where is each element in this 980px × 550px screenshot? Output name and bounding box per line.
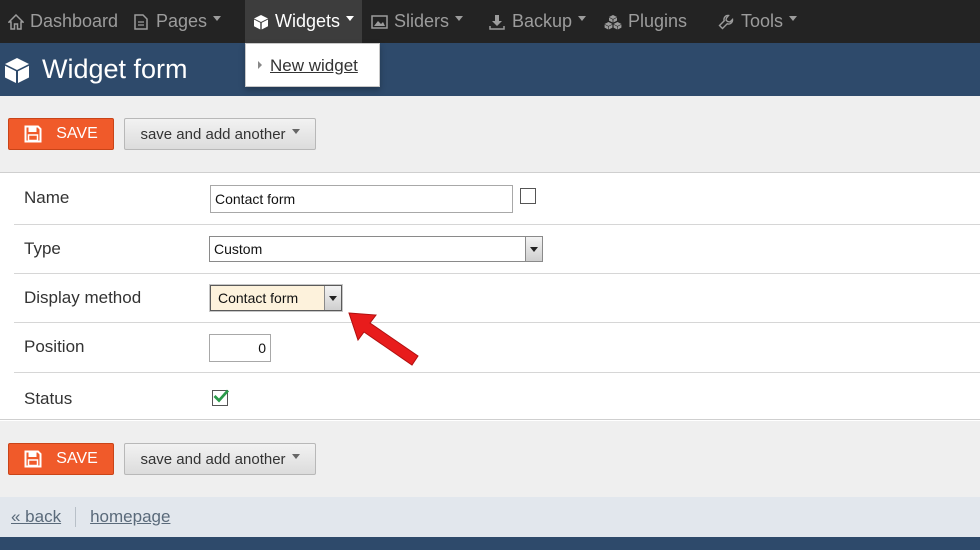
name-label: Name xyxy=(24,188,70,207)
chevron-down-icon xyxy=(789,16,798,21)
nav-backup[interactable]: Backup xyxy=(480,0,596,43)
form-row-type: Type Custom xyxy=(14,225,980,274)
page-title: Widget form xyxy=(42,54,188,84)
nav-dashboard-label: Dashboard xyxy=(30,11,119,31)
display-method-label: Display method xyxy=(24,288,142,307)
download-icon xyxy=(488,13,506,31)
floppy-disk-icon xyxy=(24,125,42,143)
chevron-down-icon xyxy=(578,16,587,21)
nav-dashboard[interactable]: Dashboard xyxy=(0,0,124,43)
save-and-add-another-button[interactable]: save and add another xyxy=(124,443,316,475)
annotation-arrow xyxy=(348,312,419,366)
nav-widgets-label: Widgets xyxy=(275,11,341,31)
nav-widgets[interactable]: Widgets xyxy=(245,0,362,43)
save-button[interactable]: SAVE xyxy=(8,443,114,475)
nav-sliders-label: Sliders xyxy=(394,11,450,31)
page-icon xyxy=(132,13,150,31)
nav-pages[interactable]: Pages xyxy=(124,0,245,43)
bottom-bar xyxy=(0,537,980,550)
top-action-bar: SAVE save and add another xyxy=(0,96,980,172)
position-label: Position xyxy=(24,337,85,356)
chevron-down-icon xyxy=(346,16,355,21)
form-row-status: Status xyxy=(14,373,980,420)
chevron-down-icon xyxy=(455,16,464,21)
save-button[interactable]: SAVE xyxy=(8,118,114,150)
nav-backup-label: Backup xyxy=(512,11,573,31)
back-link[interactable]: « back xyxy=(11,507,61,527)
wrench-icon xyxy=(717,13,735,31)
save-button-label: SAVE xyxy=(56,450,98,467)
chevron-down-icon xyxy=(324,286,341,310)
form-row-name: Name Contact form xyxy=(14,173,980,225)
type-select[interactable]: Custom xyxy=(209,236,543,262)
nav-sliders[interactable]: Sliders xyxy=(362,0,480,43)
status-checkbox[interactable] xyxy=(212,389,230,406)
type-select-value: Custom xyxy=(214,241,263,257)
display-method-select[interactable]: Contact form xyxy=(210,285,342,311)
nav-pages-label: Pages xyxy=(156,11,208,31)
widgets-dropdown-menu: New widget xyxy=(245,43,380,87)
position-input[interactable]: 0 xyxy=(209,334,271,362)
cube-icon xyxy=(253,13,269,31)
form-row-display-method: Display method Contact form xyxy=(14,274,980,323)
chevron-down-icon xyxy=(291,453,300,459)
name-input[interactable]: Contact form xyxy=(210,185,513,213)
checkmark-icon xyxy=(213,389,230,403)
save-and-add-another-label: save and add another xyxy=(140,450,286,468)
status-label: Status xyxy=(24,389,73,408)
name-checkbox[interactable] xyxy=(520,188,536,204)
nav-tools-label: Tools xyxy=(741,11,784,31)
homepage-link[interactable]: homepage xyxy=(90,507,170,527)
footer-bar: « back homepage xyxy=(0,497,980,537)
image-icon xyxy=(370,13,388,31)
save-and-add-another-button[interactable]: save and add another xyxy=(124,118,316,150)
nav-tools[interactable]: Tools xyxy=(709,0,809,43)
nav-plugins-label: Plugins xyxy=(628,11,688,31)
page-header: Widget form xyxy=(0,43,980,96)
display-method-select-value: Contact form xyxy=(218,290,299,306)
new-widget-link[interactable]: New widget xyxy=(270,56,358,76)
save-button-label: SAVE xyxy=(56,125,98,142)
type-label: Type xyxy=(24,239,61,258)
chevron-down-icon xyxy=(213,16,222,21)
widget-form: Name Contact form Type Custom Display me… xyxy=(0,172,980,420)
home-icon xyxy=(8,13,24,31)
footer-divider xyxy=(75,507,77,527)
bottom-action-bar: SAVE save and add another xyxy=(0,421,980,497)
chevron-down-icon xyxy=(291,128,300,134)
caret-right-icon xyxy=(258,61,262,69)
save-and-add-another-label: save and add another xyxy=(140,125,286,143)
top-navbar: Dashboard Pages Widgets Sliders Backup P… xyxy=(0,0,980,43)
form-row-position: Position 0 xyxy=(14,323,980,373)
chevron-down-icon xyxy=(525,237,542,261)
floppy-disk-icon xyxy=(24,450,42,468)
cube-icon xyxy=(5,57,29,83)
nav-plugins[interactable]: Plugins xyxy=(596,0,709,43)
cubes-icon xyxy=(604,13,622,31)
